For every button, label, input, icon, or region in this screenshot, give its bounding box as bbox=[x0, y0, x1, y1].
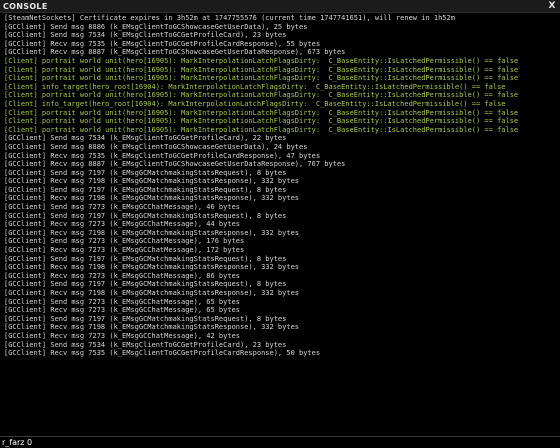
log-line: [Client] info_target(hero_root[16904): M… bbox=[4, 99, 506, 108]
log-line: [GCClient] Recv msg 7198 (k_EMsgGCMatchm… bbox=[4, 323, 300, 332]
log-line: [GCClient] Send msg 7273 (k_EMsgGCChatMe… bbox=[4, 237, 245, 246]
log-line: [Client] portrait world unit(hero[16905)… bbox=[4, 65, 519, 74]
log-line: [Client] portrait world unit(hero[16905)… bbox=[4, 108, 519, 117]
log-line: [GCClient] Send msg 7534 (k_EMsgClientTo… bbox=[4, 134, 287, 143]
log-line: [GCClient] Recv msg 7198 (k_EMsgGCMatchm… bbox=[4, 194, 300, 203]
log-line: [Client] portrait world unit(hero[16905)… bbox=[4, 91, 519, 100]
log-line: [GCClient] Send msg 7197 (k_EMsgGCMatchm… bbox=[4, 280, 287, 289]
console-log[interactable]: [SteamNetSockets] Certificate expires in… bbox=[0, 13, 560, 433]
log-line: [SteamNetSockets] Certificate expires in… bbox=[4, 14, 455, 22]
log-line: [GCClient] Recv msg 8887 (k_EMsgClientTo… bbox=[4, 48, 346, 57]
log-line: [GCClient] Send msg 7197 (k_EMsgGCMatchm… bbox=[4, 211, 287, 220]
log-line: [GCClient] Recv msg 7273 (k_EMsgGCChatMe… bbox=[4, 271, 241, 280]
log-line: [GCClient] Send msg 7197 (k_EMsgGCMatchm… bbox=[4, 185, 287, 194]
log-line: [Client] portrait world unit(hero[16905)… bbox=[4, 74, 519, 83]
log-line: [GCClient] Send msg 7534 (k_EMsgClientTo… bbox=[4, 340, 287, 349]
log-line: [GCClient] Send msg 7197 (k_EMsgGCMatchm… bbox=[4, 254, 287, 263]
log-line: [GCClient] Recv msg 7198 (k_EMsgGCMatchm… bbox=[4, 228, 300, 237]
log-line: [GCClient] Recv msg 7535 (k_EMsgClientTo… bbox=[4, 151, 321, 160]
log-line: [GCClient] Recv msg 8887 (k_EMsgClientTo… bbox=[4, 160, 346, 169]
log-line: [Client] portrait world unit(hero[16905)… bbox=[4, 56, 519, 65]
log-line: [GCClient] Recv msg 7198 (k_EMsgGCMatchm… bbox=[4, 263, 300, 272]
log-line: [GCClient] Recv msg 7535 (k_EMsgClientTo… bbox=[4, 39, 321, 48]
log-line: [GCClient] Recv msg 7273 (k_EMsgGCChatMe… bbox=[4, 331, 241, 340]
close-button[interactable]: X bbox=[547, 0, 557, 12]
log-line: [GCClient] Recv msg 7273 (k_EMsgGCChatMe… bbox=[4, 306, 241, 315]
log-line: [GCClient] Recv msg 7535 (k_EMsgClientTo… bbox=[4, 349, 321, 358]
log-line: [GCClient] Send msg 7197 (k_EMsgGCMatchm… bbox=[4, 168, 287, 177]
log-line: [GCClient] Send msg 7197 (k_EMsgGCMatchm… bbox=[4, 314, 287, 323]
log-line: [GCClient] Send msg 7534 (k_EMsgClientTo… bbox=[4, 31, 287, 40]
log-line: [Client] info_target(hero_root[16904): M… bbox=[4, 82, 506, 91]
console-command-input[interactable] bbox=[2, 437, 552, 448]
console-window: CONSOLE X [SteamNetSockets] Certificate … bbox=[0, 0, 560, 448]
log-line: [GCClient] Recv msg 7273 (k_EMsgGCChatMe… bbox=[4, 220, 241, 229]
log-line: [Client] portrait world unit(hero[16905)… bbox=[4, 125, 519, 134]
console-title: CONSOLE bbox=[3, 2, 48, 11]
log-line: [GCClient] Send msg 7273 (k_EMsgGCChatMe… bbox=[4, 297, 241, 306]
log-line: [GCClient] Send msg 8886 (k_EMsgClientTo… bbox=[4, 142, 308, 151]
log-line: [GCClient] Send msg 7273 (k_EMsgGCChatMe… bbox=[4, 203, 241, 212]
log-line: [GCClient] Recv msg 7198 (k_EMsgGCMatchm… bbox=[4, 289, 300, 297]
log-line: [GCClient] Recv msg 7273 (k_EMsgGCChatMe… bbox=[4, 246, 245, 255]
log-line: [GCClient] Send msg 8886 (k_EMsgClientTo… bbox=[4, 22, 308, 31]
console-titlebar[interactable]: CONSOLE X bbox=[0, 0, 560, 13]
log-line: [GCClient] Recv msg 7198 (k_EMsgGCMatchm… bbox=[4, 177, 300, 186]
log-line: [Client] portrait world unit(hero[16905)… bbox=[4, 117, 519, 126]
console-input-bar bbox=[0, 436, 560, 448]
